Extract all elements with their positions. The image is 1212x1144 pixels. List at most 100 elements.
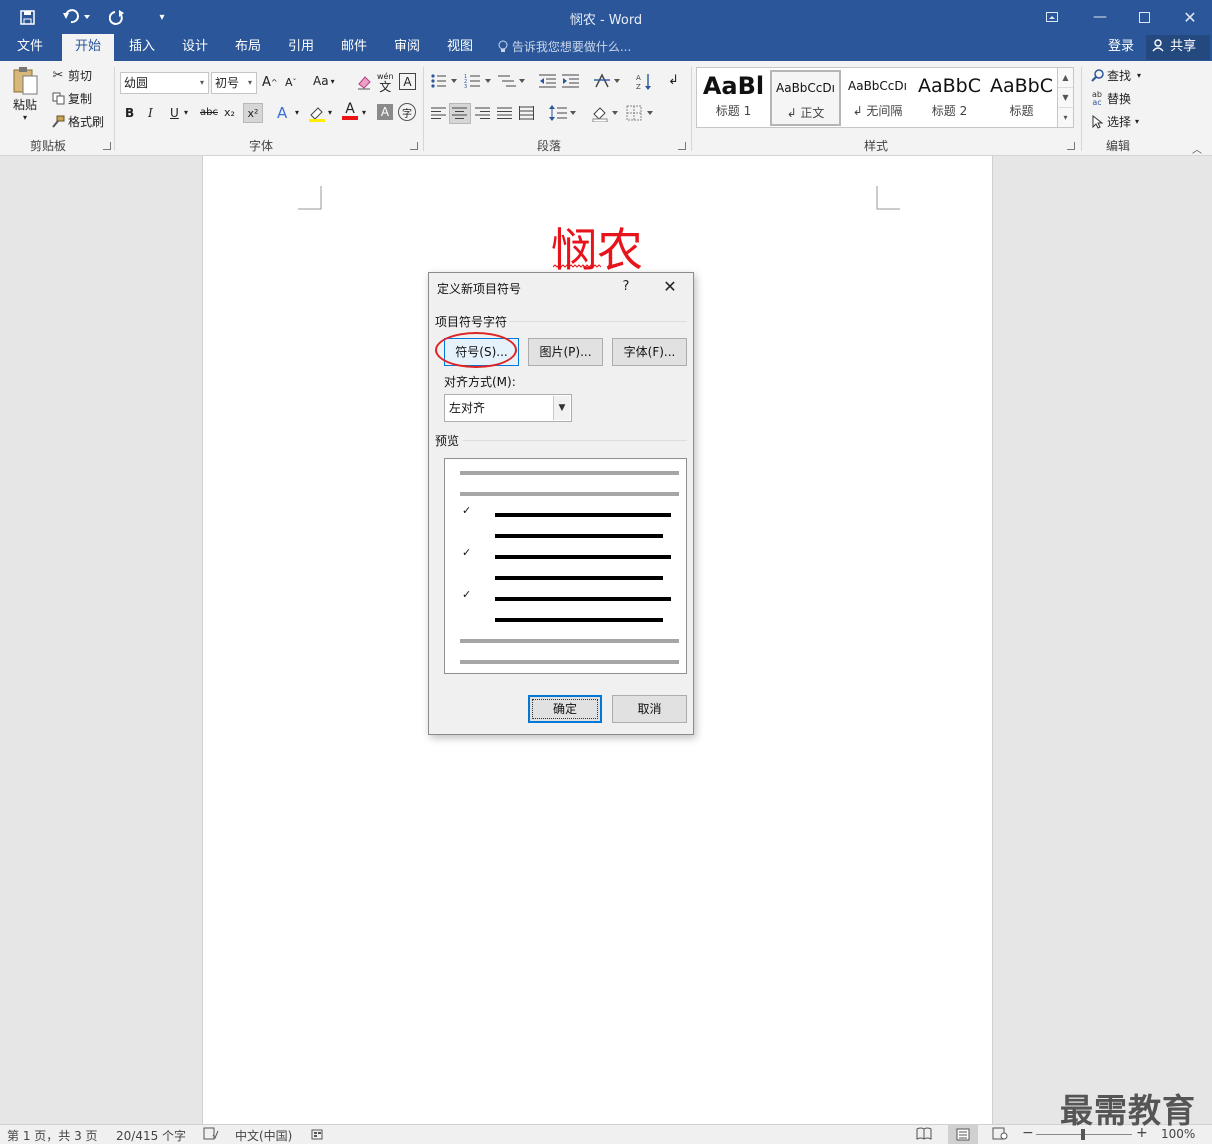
help-icon[interactable]: ? [616, 275, 636, 299]
align-right-icon[interactable] [475, 107, 491, 120]
share-button[interactable]: 共享 [1146, 35, 1210, 60]
shrink-font-icon[interactable]: Aˇ [285, 76, 297, 89]
tab-home[interactable]: 开始 [62, 34, 115, 61]
paragraph-launcher-icon[interactable] [678, 142, 686, 150]
align-left-icon[interactable] [431, 107, 447, 120]
dialog-close-icon[interactable]: ✕ [655, 275, 685, 299]
change-case-button[interactable]: Aa ▾ [313, 74, 335, 88]
justify-icon[interactable] [497, 107, 513, 120]
borders-icon[interactable] [626, 105, 656, 121]
scissors-icon: ✂ [52, 68, 64, 83]
styles-launcher-icon[interactable] [1067, 142, 1075, 150]
chevron-down-icon[interactable]: ▾ [362, 108, 366, 117]
bold-button[interactable]: B [125, 106, 134, 120]
maximize-icon[interactable] [1124, 4, 1164, 30]
multilevel-list-icon[interactable] [498, 73, 526, 89]
cancel-button[interactable]: 取消 [612, 695, 687, 723]
show-marks-icon[interactable]: ↲ [668, 73, 679, 88]
increase-indent-icon[interactable] [562, 73, 580, 89]
preview-line-black [495, 534, 663, 538]
tab-file[interactable]: 文件 [4, 34, 56, 61]
text-effects-icon[interactable]: A [277, 104, 287, 122]
tab-insert[interactable]: 插入 [116, 34, 168, 61]
chevron-down-icon: ▾ [1135, 117, 1140, 126]
minimize-icon[interactable]: — [1080, 4, 1120, 30]
chevron-down-icon[interactable]: ▾ [295, 108, 299, 117]
strikethrough-button[interactable]: abc [200, 107, 218, 118]
select-button[interactable]: 选择 ▾ [1089, 113, 1139, 130]
web-layout-icon[interactable] [992, 1127, 1008, 1143]
cut-button[interactable]: ✂ 剪切 [50, 67, 92, 84]
group-divider [423, 67, 424, 151]
macro-icon[interactable] [311, 1127, 325, 1143]
tell-me-box[interactable]: 告诉我您想要做什么... [498, 34, 631, 61]
char-border-button[interactable]: A [399, 73, 416, 90]
ribbon-display-icon[interactable] [1032, 4, 1072, 30]
document-heading[interactable]: 悯农 [551, 214, 643, 280]
copy-button[interactable]: 复制 [50, 90, 92, 107]
tab-design[interactable]: 设计 [169, 34, 221, 61]
font-name-combo[interactable]: 幼圆 ▾ [120, 72, 209, 94]
italic-button[interactable]: I [148, 106, 153, 120]
superscript-button[interactable]: x² [243, 103, 263, 123]
watermark-logo: 最需教育 [1060, 1091, 1196, 1130]
word-count[interactable]: 20/415 个字 [116, 1127, 186, 1144]
decrease-indent-icon[interactable] [539, 73, 557, 89]
tab-layout[interactable]: 布局 [222, 34, 274, 61]
subscript-button[interactable]: x₂ [224, 106, 235, 119]
tab-mailings[interactable]: 邮件 [328, 34, 380, 61]
ok-button[interactable]: 确定 [528, 695, 602, 723]
sort-icon[interactable]: AZ [636, 73, 652, 91]
style-heading-2[interactable]: AaBbC 标题 2 [914, 70, 985, 126]
clear-format-icon[interactable] [356, 74, 372, 90]
replace-button[interactable]: ab ac 替换 [1089, 90, 1131, 107]
select-label: 选择 [1107, 115, 1132, 129]
grow-font-icon[interactable]: A ^ [262, 75, 278, 90]
style-title[interactable]: AaBbC 标题 [986, 70, 1057, 126]
tab-references[interactable]: 引用 [275, 34, 327, 61]
collapse-ribbon-icon[interactable]: ︿ [1192, 141, 1202, 156]
picture-button[interactable]: 图片(P)... [528, 338, 603, 366]
zoom-out-icon[interactable]: − [1022, 1125, 1034, 1141]
align-center-icon[interactable] [449, 103, 471, 124]
font-size-value: 初号 [215, 76, 240, 90]
clipboard-launcher-icon[interactable] [103, 142, 111, 150]
page-count[interactable]: 第 1 页，共 3 页 [7, 1127, 98, 1144]
read-mode-icon[interactable] [916, 1127, 932, 1143]
scroll-down-icon[interactable]: ▼ [1058, 88, 1073, 108]
asian-layout-icon[interactable] [594, 73, 622, 89]
more-styles-icon[interactable]: ▾ [1058, 108, 1073, 128]
underline-dropdown-icon[interactable]: ▾ [184, 108, 188, 117]
style-no-spacing[interactable]: AaBbCcDı ↲ 无间隔 [842, 70, 913, 126]
font-color-icon[interactable]: A [342, 102, 358, 120]
phonetic-guide-button[interactable]: wén 文 [377, 72, 394, 93]
distributed-icon[interactable] [519, 106, 535, 121]
enclose-char-icon[interactable]: 字 [398, 103, 416, 121]
alignment-select[interactable]: 左对齐 ▼ [444, 394, 572, 422]
style-heading-1[interactable]: AaBl 标题 1 [698, 70, 769, 126]
bullets-icon[interactable] [430, 73, 458, 89]
print-layout-icon[interactable] [948, 1125, 978, 1144]
line-spacing-icon[interactable] [549, 105, 577, 121]
find-button[interactable]: 查找 ▾ [1089, 67, 1141, 84]
style-normal[interactable]: AaBbCcDı ↲ 正文 [770, 70, 841, 126]
font-launcher-icon[interactable] [410, 142, 418, 150]
numbering-icon[interactable]: 123 [464, 73, 492, 89]
language-indicator[interactable]: 中文(中国) [235, 1127, 292, 1144]
font-button[interactable]: 字体(F)... [612, 338, 687, 366]
close-icon[interactable]: ✕ [1170, 4, 1210, 30]
login-link[interactable]: 登录 [1108, 34, 1134, 61]
paste-button[interactable]: 粘贴 ▾ [10, 66, 40, 122]
highlight-icon[interactable] [308, 105, 326, 122]
chevron-down-icon[interactable]: ▾ [328, 108, 332, 117]
font-size-combo[interactable]: 初号 ▾ [211, 72, 257, 94]
tab-view[interactable]: 视图 [434, 34, 486, 61]
proofing-icon[interactable] [203, 1127, 219, 1143]
format-painter-button[interactable]: 格式刷 [50, 113, 104, 130]
char-shading-icon[interactable]: A [377, 104, 393, 120]
scroll-up-icon[interactable]: ▲ [1058, 68, 1073, 88]
replace-label: 替换 [1107, 92, 1132, 106]
tab-review[interactable]: 审阅 [381, 34, 433, 61]
underline-button[interactable]: U [170, 106, 179, 120]
shading-icon[interactable] [592, 105, 620, 122]
